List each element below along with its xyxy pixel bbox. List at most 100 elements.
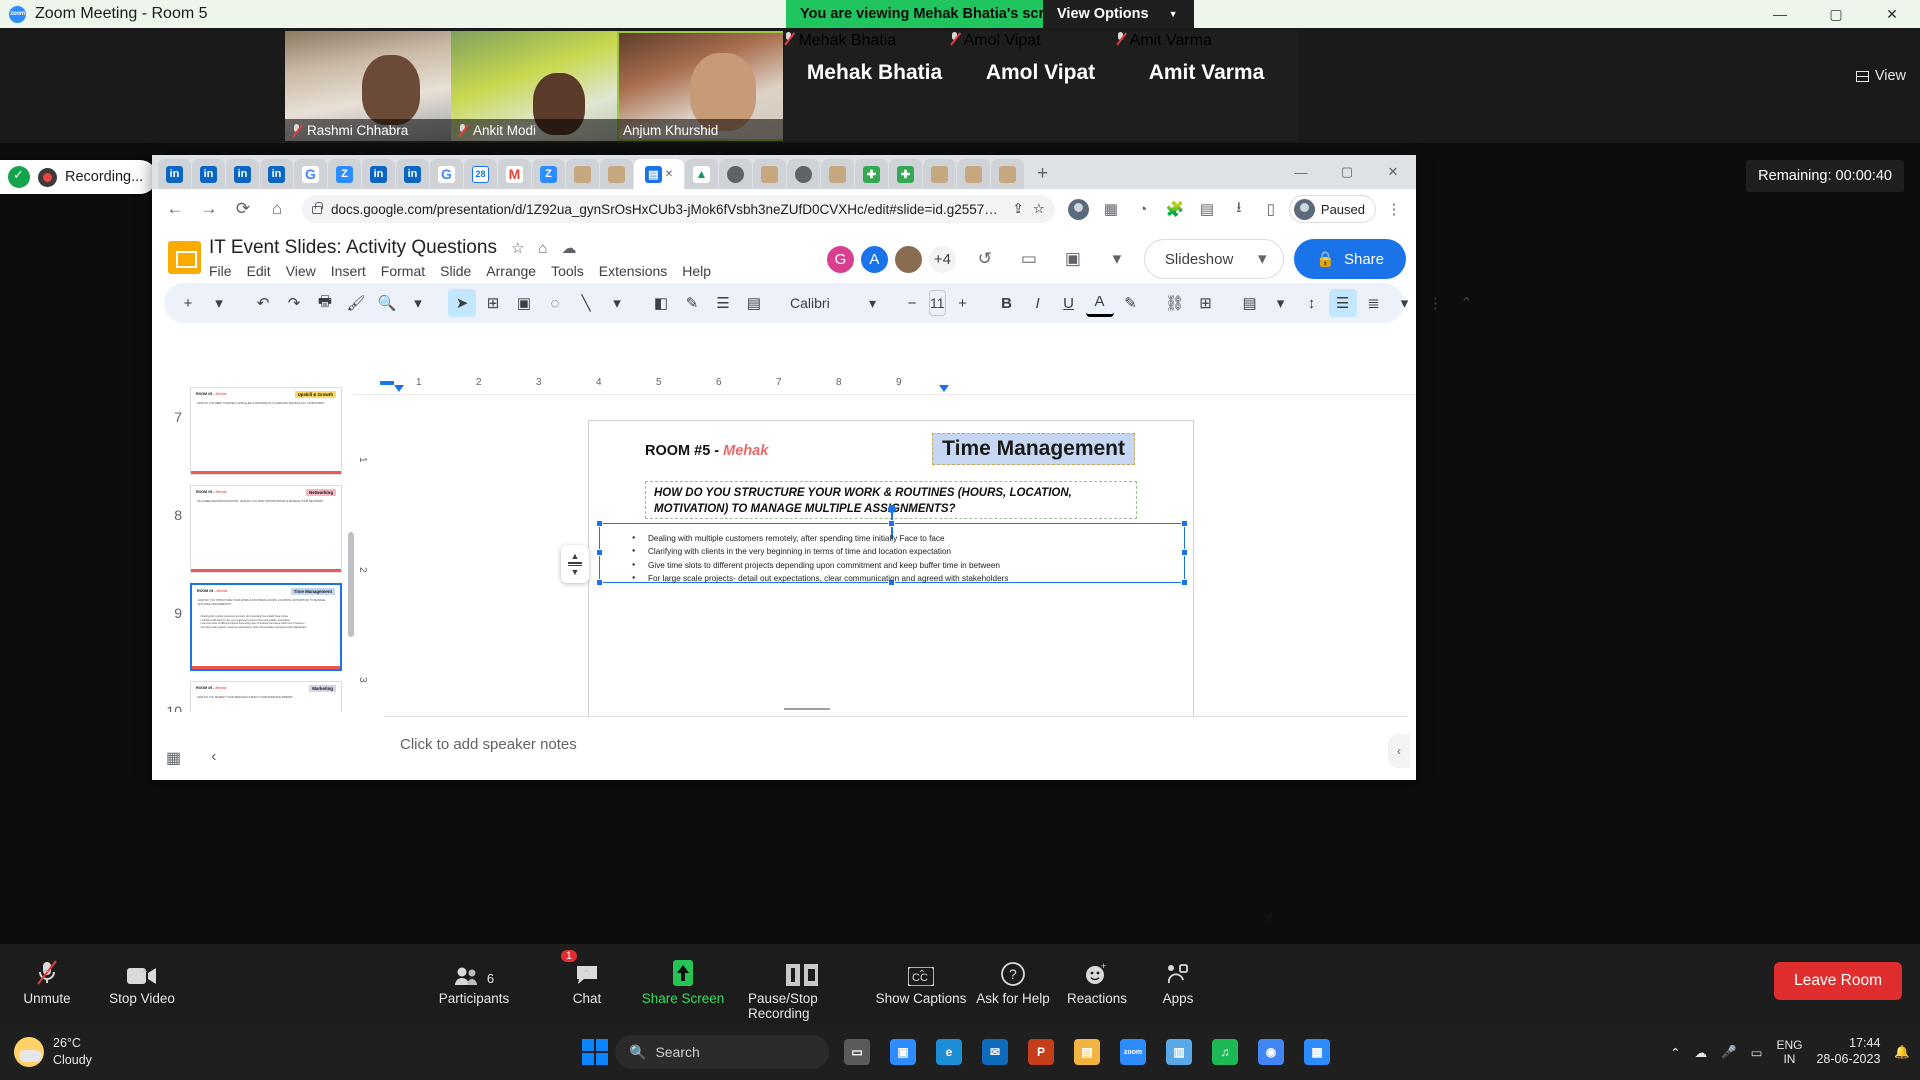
taskbar-search-box[interactable]: 🔍 Search	[615, 1035, 829, 1069]
forward-button[interactable]: →	[194, 194, 224, 224]
browser-tab[interactable]	[600, 159, 633, 189]
line-caret-icon[interactable]: ▾	[603, 289, 631, 317]
taskbar-app[interactable]: ▭	[836, 1033, 878, 1071]
browser-tab[interactable]: in	[396, 159, 429, 189]
chevron-up-icon[interactable]: ⌃	[42, 969, 50, 980]
new-tab-button[interactable]: +	[1031, 163, 1054, 189]
border-dash-button[interactable]: ▤	[740, 289, 768, 317]
slide-bullets-box[interactable]: Dealing with multiple customers remotely…	[596, 520, 1188, 586]
collapse-toolbar-button[interactable]: ⌃	[1453, 289, 1481, 317]
shape-tool-button[interactable]: ◌	[541, 289, 569, 317]
ruler-indent-triangle[interactable]	[394, 385, 404, 392]
zoom-control-apps[interactable]: Apps	[1123, 952, 1233, 1006]
share-page-icon[interactable]: ⇪	[1012, 201, 1023, 217]
active-slide-canvas[interactable]: ROOM #5 - Mehak Time Management HOW DO Y…	[561, 420, 1194, 761]
line-tool-button[interactable]: ╲	[572, 289, 600, 317]
slide-thumbnail[interactable]: ROOM #5 - Mehak Upskill & Growth HOW DO YO…	[190, 387, 342, 475]
browser-tab[interactable]	[957, 159, 990, 189]
browser-tab[interactable]: 28	[464, 159, 497, 189]
line-spacing-button[interactable]: ↕	[1298, 289, 1326, 317]
collaborator-avatar[interactable]: A	[858, 243, 890, 275]
add-comment-button[interactable]: ⊞	[1192, 289, 1220, 317]
resize-handle-w[interactable]	[596, 549, 603, 556]
filmstrip-slide-8[interactable]: 8 ROOM #5 - Mehak Networking AS A FREELANCE…	[152, 475, 354, 573]
browser-maximize-button[interactable]: ▢	[1324, 164, 1370, 180]
taskbar-app[interactable]: ✉	[974, 1033, 1016, 1071]
leave-room-button[interactable]: Leave Room	[1774, 962, 1902, 1000]
menu-item-tools[interactable]: Tools	[551, 263, 584, 279]
list-caret-icon[interactable]: ▾	[1391, 289, 1419, 317]
address-bar[interactable]: docs.google.com/presentation/d/1Z92ua_gy…	[302, 195, 1055, 223]
resize-handle-e[interactable]	[1181, 549, 1188, 556]
browser-tab[interactable]	[991, 159, 1024, 189]
zoom-control-stop-video[interactable]: ⌃ Stop Video	[87, 952, 197, 1006]
browser-tab[interactable]: in	[158, 159, 191, 189]
calendar-extension-icon[interactable]: ▦	[1097, 195, 1125, 223]
text-color-button[interactable]: A	[1085, 289, 1114, 317]
battery-icon[interactable]: ▭	[1751, 1045, 1763, 1060]
browser-tab[interactable]	[719, 159, 752, 189]
browser-tab[interactable]: ▤ ✕	[634, 159, 684, 189]
align-caret-icon[interactable]: ▾	[1267, 289, 1295, 317]
maximize-button[interactable]: ▢	[1808, 0, 1864, 28]
taskbar-app[interactable]: ▦	[1296, 1033, 1338, 1071]
menu-item-file[interactable]: File	[209, 263, 232, 279]
browser-tab[interactable]: Z	[532, 159, 565, 189]
redo-button[interactable]: ↷	[280, 289, 308, 317]
resize-handle-n[interactable]	[888, 520, 895, 527]
reload-button[interactable]: ⟳	[228, 194, 258, 224]
taskbar-app[interactable]: ▣	[882, 1033, 924, 1071]
undo-button[interactable]: ↶	[249, 289, 277, 317]
filmstrip-slide-7[interactable]: 7 ROOM #5 - Mehak Upskill & Growth HOW DO Y…	[152, 377, 354, 475]
align-button[interactable]: ▤	[1236, 289, 1264, 317]
browser-tab[interactable]	[821, 159, 854, 189]
tray-expand-icon[interactable]: ⌃	[1670, 1045, 1680, 1060]
profile-placeholder-icon[interactable]	[1065, 195, 1093, 223]
menu-item-edit[interactable]: Edit	[247, 263, 271, 279]
border-color-button[interactable]: ✎	[678, 289, 706, 317]
recording-indicator[interactable]: Recording...	[0, 160, 158, 194]
version-history-icon[interactable]: ↺	[968, 242, 1002, 276]
taskbar-clock[interactable]: 17:44 28-06-2023	[1816, 1036, 1880, 1067]
zoom-control-pause-stop-recording[interactable]: Pause/Stop Recording	[748, 952, 858, 1021]
browser-tab[interactable]: in	[260, 159, 293, 189]
resize-handle-se[interactable]	[1181, 579, 1188, 586]
slide-thumbnail[interactable]: ROOM #5 - Mehak Marketing HOW DO YOU MARKE…	[190, 681, 342, 712]
collaborator-avatar[interactable]: G	[824, 243, 856, 275]
select-tool-button[interactable]: ➤	[448, 289, 476, 317]
chevron-up-icon[interactable]: ⌃	[583, 969, 591, 980]
slideshow-button[interactable]: Slideshow ▾	[1143, 239, 1285, 279]
cloud-saved-icon[interactable]: ☁	[561, 239, 576, 257]
profile-chip[interactable]: Paused	[1288, 195, 1376, 223]
resize-handle-sw[interactable]	[596, 579, 603, 586]
menu-item-slide[interactable]: Slide	[440, 263, 471, 279]
taskbar-weather-widget[interactable]: 26°C Cloudy	[0, 1035, 220, 1069]
print-button[interactable]: 🖶	[311, 289, 339, 317]
menu-item-view[interactable]: View	[286, 263, 316, 279]
zoom-control-share-screen[interactable]: Share Screen	[628, 952, 738, 1006]
slideshow-caret-icon[interactable]: ▾	[1245, 242, 1279, 276]
chevron-up-icon[interactable]: ⌃	[141, 969, 149, 980]
taskbar-app[interactable]: ♫	[1204, 1033, 1246, 1071]
back-button[interactable]: ←	[160, 194, 190, 224]
browser-tab[interactable]	[787, 159, 820, 189]
minimize-button[interactable]: —	[1752, 0, 1808, 28]
browser-tab[interactable]	[566, 159, 599, 189]
collapse-filmstrip-icon[interactable]: ‹	[211, 748, 216, 768]
collaborator-overflow[interactable]: +4	[926, 243, 958, 275]
reading-list-icon[interactable]: ▤	[1193, 195, 1221, 223]
ruler-indent-marker[interactable]	[380, 381, 394, 385]
taskbar-app[interactable]: ▤	[1066, 1033, 1108, 1071]
speaker-notes-field[interactable]: Click to add speaker notes	[384, 716, 1408, 772]
browser-tab[interactable]	[923, 159, 956, 189]
mic-icon[interactable]: 🎤	[1721, 1045, 1737, 1060]
chevron-up-icon[interactable]: ▲	[571, 551, 580, 561]
slide-title[interactable]: Time Management	[932, 433, 1135, 465]
view-options-button[interactable]: View Options ▼	[1043, 0, 1194, 28]
chevron-down-icon[interactable]: ▼	[571, 567, 580, 577]
grid-view-icon[interactable]: ▦	[166, 748, 181, 768]
border-weight-button[interactable]: ☰	[709, 289, 737, 317]
browser-tab[interactable]: ✚	[889, 159, 922, 189]
font-size-input[interactable]: 11	[929, 290, 946, 316]
browser-tab[interactable]: in	[226, 159, 259, 189]
